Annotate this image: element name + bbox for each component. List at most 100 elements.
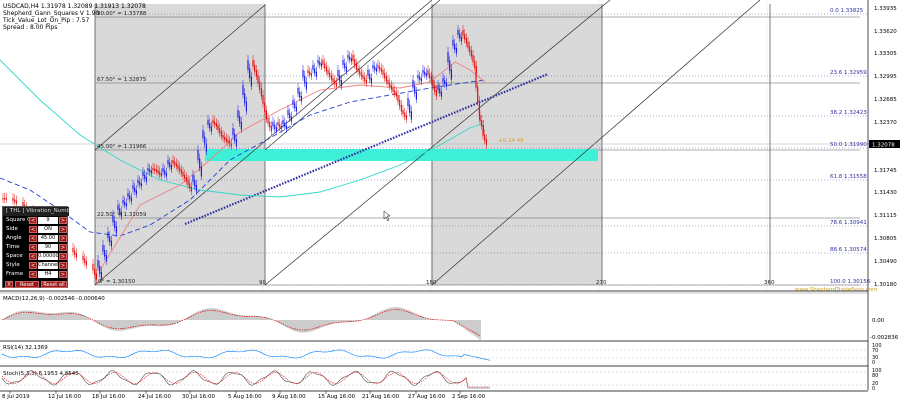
control-row: Frame < H4 > — [3, 270, 69, 279]
increase-button[interactable]: > — [59, 262, 67, 269]
candle-body — [97, 260, 99, 268]
candle-body — [212, 120, 214, 124]
candle-body — [220, 131, 222, 137]
candle-body — [172, 160, 174, 164]
candle-body — [337, 70, 339, 77]
pips-annotation: +0.24.48 — [498, 138, 524, 144]
candle-body — [94, 268, 96, 275]
candle-body — [239, 116, 241, 124]
candle-body — [455, 48, 457, 54]
decrease-button[interactable]: < — [29, 271, 37, 278]
control-value[interactable]: H4 — [38, 271, 58, 278]
candle-body — [409, 104, 411, 113]
candle-body — [327, 70, 329, 75]
candle-body — [142, 172, 144, 177]
candle-body — [397, 95, 399, 102]
candle-body — [267, 118, 269, 124]
candle-body — [132, 185, 134, 190]
candle-body — [174, 161, 176, 165]
decrease-button[interactable]: < — [29, 244, 37, 251]
decrease-button[interactable]: < — [29, 217, 37, 224]
candle-body — [377, 65, 379, 69]
candle-body — [107, 232, 109, 238]
candle-body — [225, 138, 227, 142]
price-tick-label: 1.32995 — [874, 74, 897, 80]
close-button[interactable]: X — [5, 281, 13, 288]
candle-body — [214, 121, 216, 125]
candle-body — [124, 201, 126, 205]
control-value[interactable]: Channel — [38, 262, 58, 269]
candle-body — [352, 55, 354, 61]
control-value[interactable]: 9 — [38, 217, 58, 224]
increase-button[interactable]: > — [59, 235, 67, 242]
candle-body — [110, 240, 112, 247]
candle-body — [275, 127, 277, 132]
decrease-button[interactable]: < — [29, 226, 37, 233]
candle-body — [224, 136, 226, 140]
candle-body — [405, 115, 407, 120]
increase-button[interactable]: > — [59, 253, 67, 260]
candle-body — [254, 65, 256, 72]
candle-body — [417, 75, 419, 79]
fib-level-label: 23.6 1.32959 — [830, 70, 867, 76]
symbol-line: USDCAD,H4 1.31978 1.32089 1.31913 1.3207… — [3, 3, 146, 10]
mt4-chart-window: 90.00° = 1.33788 67.50° = 1.32875 45.00°… — [0, 0, 900, 400]
date-tick-label: 9 Aug 16:00 — [272, 394, 306, 400]
candle-body — [269, 122, 271, 128]
decrease-button[interactable]: < — [29, 235, 37, 242]
macd-label: MACD(12,26,9) -0.002546 -0.000640 — [3, 296, 105, 302]
candle-body — [330, 75, 332, 80]
candle-body — [229, 141, 231, 145]
control-value[interactable]: 0.00000 — [38, 253, 58, 260]
candle-body — [439, 88, 441, 94]
price-chart[interactable]: 90.00° = 1.33788 67.50° = 1.32875 45.00°… — [0, 0, 900, 400]
candle-body — [237, 110, 239, 118]
candle-body — [154, 168, 156, 171]
decrease-button[interactable]: < — [29, 253, 37, 260]
increase-button[interactable]: > — [59, 271, 67, 278]
reset-button[interactable]: Reset — [15, 281, 39, 288]
candle-body — [464, 34, 466, 40]
time-label-360: 360 — [764, 280, 775, 286]
price-tick-label: 1.32685 — [874, 97, 897, 103]
increase-button[interactable]: > — [59, 244, 67, 251]
candle-body — [179, 167, 181, 172]
reset-all-button[interactable]: Reset all — [41, 281, 67, 288]
candle-body — [262, 95, 264, 105]
increase-button[interactable]: > — [59, 226, 67, 233]
control-value[interactable]: 45.00 — [38, 235, 58, 242]
candle-body — [287, 110, 289, 115]
decrease-button[interactable]: < — [29, 262, 37, 269]
candle-body — [339, 75, 341, 82]
gann-label-22: 22.50° = 1.31059 — [97, 212, 147, 218]
candle-body — [444, 80, 446, 85]
candle-body — [342, 60, 344, 65]
candle-body — [319, 61, 321, 65]
candle-body — [374, 66, 376, 70]
candle-body — [395, 92, 397, 97]
candle-body — [265, 110, 267, 120]
date-tick-label: 24 Jul 16:00 — [138, 394, 171, 400]
control-value[interactable]: 90 — [38, 244, 58, 251]
candle-body — [360, 72, 362, 77]
candle-body — [344, 63, 346, 69]
candle-body — [74, 250, 76, 255]
candle-body — [427, 70, 429, 75]
candle-body — [385, 76, 387, 82]
candle-body — [252, 60, 254, 67]
indicator-name: Shepherd_Gann_Squares V 1.90 — [3, 10, 99, 17]
candle-body — [134, 187, 136, 192]
candle-body — [272, 122, 274, 127]
control-label: Angle — [6, 235, 22, 241]
price-tick-label: 1.30180 — [874, 282, 897, 288]
fib-level-label: 38.2 1.32423 — [830, 110, 867, 116]
candle-body — [389, 82, 391, 87]
fib-level-label: 78.6 1.30941 — [830, 220, 867, 226]
candle-body — [329, 72, 331, 77]
candle-body — [479, 115, 481, 122]
increase-button[interactable]: > — [59, 217, 67, 224]
control-value[interactable]: ON — [38, 226, 58, 233]
candle-body — [325, 66, 327, 72]
candle-body — [219, 128, 221, 134]
candle-body — [485, 139, 487, 146]
